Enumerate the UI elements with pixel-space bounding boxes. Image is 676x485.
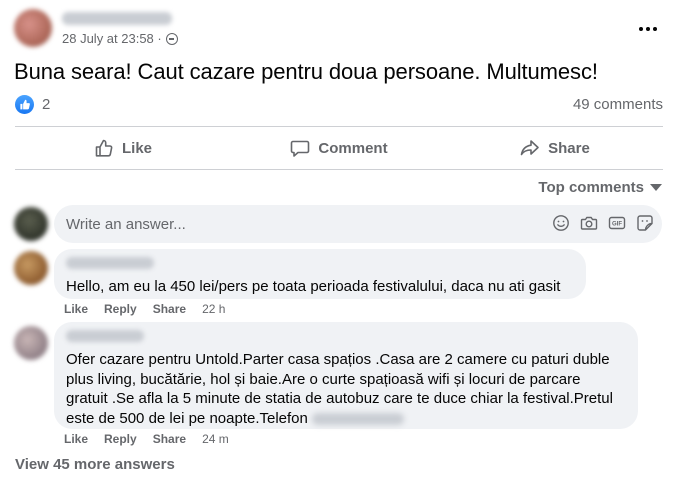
comment-share-button[interactable]: Share	[153, 302, 186, 316]
share-label: Share	[548, 139, 590, 157]
phone-number-redacted	[311, 412, 404, 425]
current-user-avatar[interactable]	[14, 207, 48, 241]
svg-text:GIF: GIF	[612, 222, 622, 228]
commenter-avatar[interactable]	[14, 326, 48, 360]
post-timestamp[interactable]: 28 July at 23:58 ·	[62, 31, 162, 46]
like-button[interactable]: Like	[15, 127, 231, 169]
action-bar: Like Comment Share	[15, 126, 663, 170]
comments-count[interactable]: 49 comments	[573, 96, 663, 113]
author-avatar[interactable]	[14, 9, 52, 47]
comment-reply-button[interactable]: Reply	[104, 432, 137, 446]
comment-sort-label: Top comments	[538, 179, 644, 196]
comment-bubble: Ofer cazare pentru Untold.Parter casa sp…	[54, 322, 638, 429]
composer-box: GIF	[54, 205, 662, 243]
comment-button[interactable]: Comment	[231, 127, 447, 169]
comment-reply-button[interactable]: Reply	[104, 302, 137, 316]
more-options-button[interactable]	[634, 15, 662, 43]
caret-down-icon	[650, 184, 662, 191]
comment-time[interactable]: 24 m	[202, 432, 229, 446]
emoji-icon[interactable]	[552, 214, 570, 232]
post-stats: 2 49 comments	[15, 95, 663, 115]
commenter-name-redacted[interactable]	[66, 257, 154, 269]
comment-sort-dropdown[interactable]: Top comments	[538, 179, 662, 196]
post-meta: 28 July at 23:58 ·	[62, 31, 178, 46]
camera-icon[interactable]	[580, 214, 598, 232]
sticker-icon[interactable]	[636, 214, 654, 232]
comment-item: Ofer cazare pentru Untold.Parter casa sp…	[14, 322, 662, 450]
comment-label: Comment	[318, 139, 388, 157]
composer-tools: GIF	[552, 214, 654, 232]
share-icon	[520, 140, 539, 156]
globe-icon	[165, 32, 178, 45]
comment-text: Hello, am eu la 450 lei/pers pe toata pe…	[66, 278, 561, 295]
comment-bubble: Hello, am eu la 450 lei/pers pe toata pe…	[54, 249, 586, 299]
comment-share-button[interactable]: Share	[153, 432, 186, 446]
thumbs-up-icon[interactable]	[15, 95, 34, 114]
gif-icon[interactable]: GIF	[608, 214, 626, 232]
comment-actions: Like Reply Share 22 h	[64, 302, 225, 316]
comment-like-button[interactable]: Like	[64, 432, 88, 446]
commenter-avatar[interactable]	[14, 251, 48, 285]
comment-composer: GIF	[14, 205, 662, 243]
comment-item: Hello, am eu la 450 lei/pers pe toata pe…	[14, 249, 662, 319]
view-more-answers-link[interactable]: View 45 more answers	[15, 456, 175, 473]
comment-input[interactable]	[66, 205, 536, 243]
post-card: 28 July at 23:58 · Buna seara! Caut caza…	[0, 0, 676, 485]
commenter-name-redacted[interactable]	[66, 330, 144, 342]
author-name-redacted[interactable]	[62, 12, 172, 25]
comment-like-button[interactable]: Like	[64, 302, 88, 316]
like-label: Like	[121, 139, 152, 157]
reactions-count[interactable]: 2	[42, 96, 50, 113]
comment-icon	[291, 140, 310, 157]
post-text: Buna seara! Caut cazare pentru doua pers…	[14, 59, 598, 84]
post-header: 28 July at 23:58 ·	[14, 9, 662, 49]
comment-text: Ofer cazare pentru Untold.Parter casa sp…	[66, 350, 626, 428]
comment-time[interactable]: 22 h	[202, 302, 225, 316]
share-button[interactable]: Share	[447, 127, 663, 169]
thumbs-up-outline-icon	[95, 139, 113, 157]
more-options-icon	[639, 27, 643, 31]
comment-actions: Like Reply Share 24 m	[64, 432, 229, 446]
